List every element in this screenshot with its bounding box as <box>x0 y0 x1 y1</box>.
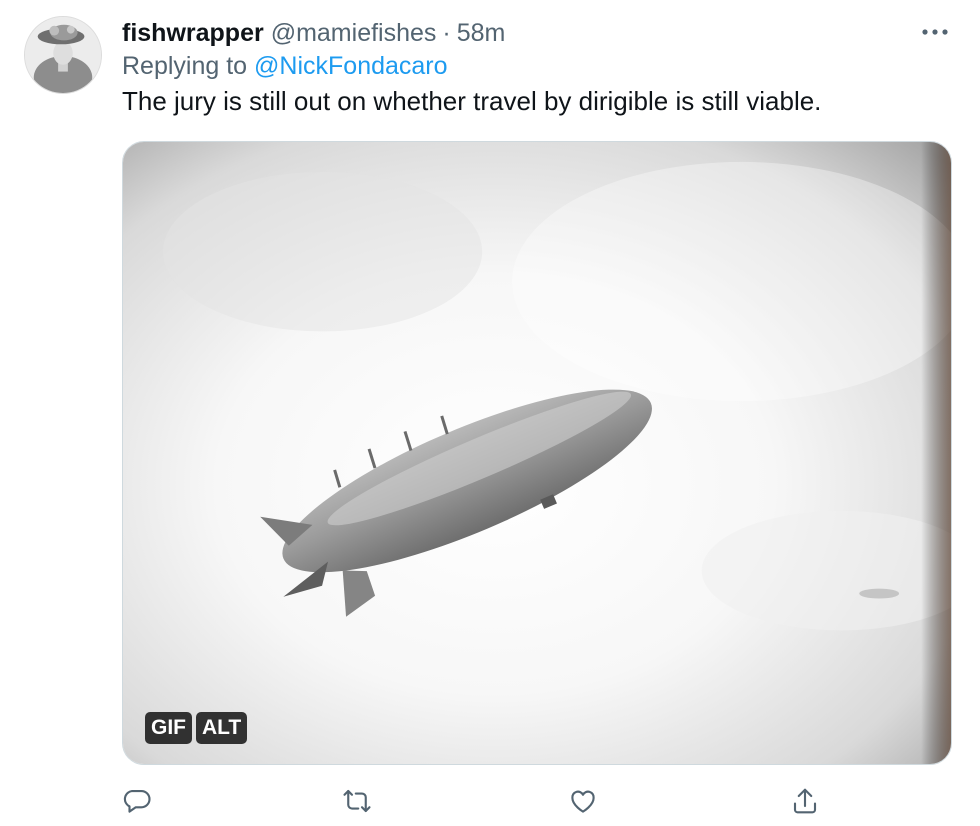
airship-image <box>123 142 951 764</box>
tweet-header: fishwrapper @mamiefishes · 58m <box>122 16 920 50</box>
tweet-text: The jury is still out on whether travel … <box>122 86 822 116</box>
avatar[interactable] <box>24 16 102 94</box>
timestamp[interactable]: 58m <box>457 19 506 48</box>
alt-badge[interactable]: ALT <box>196 712 248 744</box>
replying-label: Replying to <box>122 52 248 80</box>
replying-to-link[interactable]: @NickFondacaro <box>254 52 448 80</box>
tweet-actions <box>122 786 852 818</box>
more-icon[interactable] <box>920 20 950 44</box>
tweet: fishwrapper @mamiefishes · 58m Replying … <box>0 0 980 826</box>
display-name[interactable]: fishwrapper <box>122 19 264 48</box>
media-badges: GIF ALT <box>145 712 248 744</box>
user-handle[interactable]: @mamiefishes <box>271 19 437 48</box>
replying-to: Replying to @NickFondacaro <box>122 52 448 81</box>
gif-badge: GIF <box>145 712 192 744</box>
heart-icon[interactable] <box>568 786 600 818</box>
tweet-media-gif[interactable]: GIF ALT <box>122 141 952 765</box>
retweet-icon[interactable] <box>342 786 374 818</box>
separator-dot: · <box>442 18 451 47</box>
reply-icon[interactable] <box>122 786 154 818</box>
share-icon[interactable] <box>790 786 822 818</box>
